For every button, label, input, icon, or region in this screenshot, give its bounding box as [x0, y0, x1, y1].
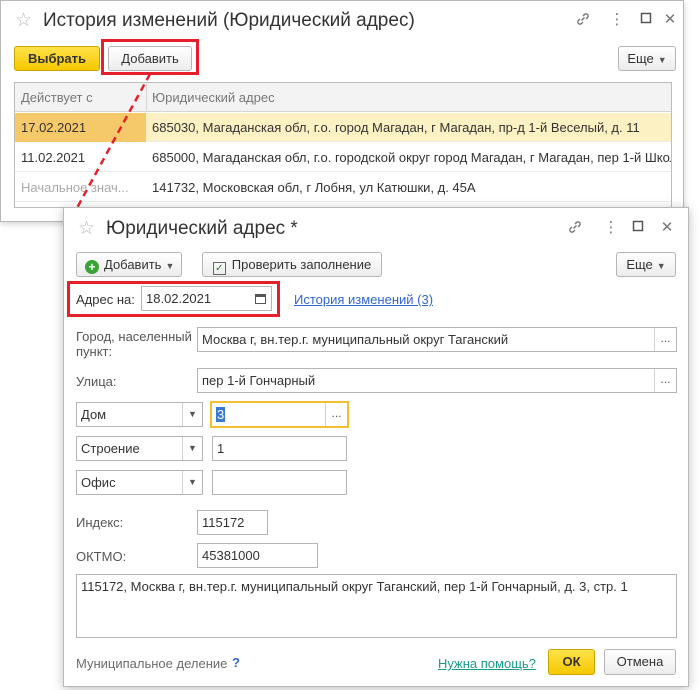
date-label: Адрес на:: [76, 292, 135, 307]
house-type-value: Дом: [81, 407, 107, 422]
chevron-down-icon: ▼: [165, 261, 175, 271]
office-type-value: Офис: [81, 475, 116, 490]
office-number-field[interactable]: [212, 470, 347, 495]
index-label: Индекс:: [76, 515, 124, 530]
favorite-star-icon[interactable]: ☆: [78, 217, 95, 240]
building-number-field[interactable]: 1: [212, 436, 347, 461]
select-button-dots[interactable]: ...: [654, 369, 676, 392]
help-link[interactable]: Нужна помощь?: [438, 656, 536, 671]
dropdown-arrow-icon[interactable]: ▼: [182, 471, 202, 494]
date-value: 18.02.2021: [146, 291, 212, 306]
index-field[interactable]: 115172: [197, 510, 268, 535]
address-window: ☆ Юридический адрес * ⋮ ✕ + Добавить ▼ ✓ Пр…: [63, 207, 689, 687]
house-type-select[interactable]: Дом ▼: [76, 402, 203, 427]
street-field[interactable]: пер 1-й Гончарный ...: [197, 368, 677, 393]
full-address-field[interactable]: 115172, Москва г, вн.тер.г. муниципальны…: [76, 574, 677, 638]
date-field[interactable]: 18.02.2021: [141, 286, 272, 311]
add-label: Добавить: [104, 257, 162, 272]
select-button-dots[interactable]: ...: [325, 403, 347, 426]
office-type-select[interactable]: Офис ▼: [76, 470, 203, 495]
dropdown-arrow-icon[interactable]: ▼: [182, 437, 202, 460]
house-number-value: 3: [216, 407, 226, 422]
index-value: 115172: [202, 515, 245, 530]
building-type-value: Строение: [81, 441, 140, 456]
chevron-down-icon: ▼: [656, 261, 666, 271]
more-vertical-icon[interactable]: ⋮: [602, 219, 620, 237]
link-icon[interactable]: [566, 219, 584, 237]
history-link[interactable]: История изменений (3): [294, 292, 433, 307]
plus-icon: +: [85, 260, 99, 274]
calendar-icon[interactable]: [249, 287, 271, 310]
oktmo-field[interactable]: 45381000: [197, 543, 318, 568]
oktmo-label: ОКТМО:: [76, 549, 127, 564]
more-label: Еще: [626, 257, 653, 272]
city-value: Москва г, вн.тер.г. муниципальный округ …: [202, 332, 509, 347]
add-dropdown-button[interactable]: + Добавить ▼: [76, 252, 182, 277]
city-label: Город, населенный пункт:: [76, 329, 192, 359]
dropdown-arrow-icon[interactable]: ▼: [182, 403, 202, 426]
full-address-value: 115172, Москва г, вн.тер.г. муниципальны…: [81, 579, 628, 594]
close-icon[interactable]: ✕: [658, 219, 676, 237]
address-window-title: Юридический адрес *: [106, 218, 298, 239]
select-button-dots[interactable]: ...: [654, 328, 676, 351]
more-button[interactable]: Еще ▼: [616, 252, 676, 277]
maximize-icon[interactable]: [629, 219, 647, 237]
address-titlebar: ☆ Юридический адрес * ⋮ ✕: [64, 208, 688, 248]
street-label: Улица:: [76, 374, 117, 389]
building-number-value: 1: [217, 441, 225, 456]
city-field[interactable]: Москва г, вн.тер.г. муниципальный округ …: [197, 327, 677, 352]
house-number-field[interactable]: 3 ...: [210, 401, 349, 428]
municipal-label: Муниципальное деление: [76, 656, 228, 671]
check-fill-button[interactable]: ✓ Проверить заполнение: [202, 252, 382, 277]
cancel-button[interactable]: Отмена: [604, 649, 676, 675]
question-icon[interactable]: ?: [232, 655, 240, 670]
checklist-icon: ✓: [212, 262, 226, 275]
ok-button[interactable]: ОК: [548, 649, 595, 675]
check-label: Проверить заполнение: [231, 257, 372, 272]
building-type-select[interactable]: Строение ▼: [76, 436, 203, 461]
street-value: пер 1-й Гончарный: [202, 373, 316, 388]
oktmo-value: 45381000: [202, 548, 260, 563]
